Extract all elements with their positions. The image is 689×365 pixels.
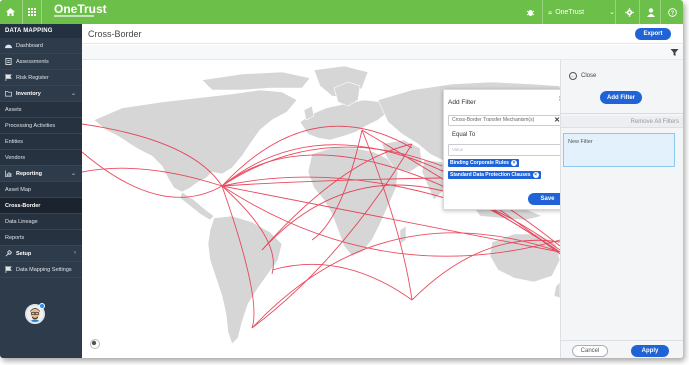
onetrust-logo[interactable]: OneTrust [54,3,107,15]
sidebar-item-risk-register[interactable]: Risk Register [0,70,82,86]
madagascar-shape [399,225,407,245]
svg-text:?: ? [671,10,674,16]
sidebar-item-asset-map[interactable]: Asset Map [0,182,82,198]
sidebar-item-label: Vendors [5,154,26,161]
sidebar-item-label: Processing Activities [5,122,56,129]
home-icon [6,8,15,16]
page-title: Cross-Border [88,29,142,39]
folder-icon [5,90,12,97]
sidebar-item-inventory[interactable]: Inventory ⌄ [0,86,82,102]
flow-line [271,263,413,301]
central-america-shape [179,191,215,221]
wrench-icon [5,250,12,257]
sidebar-item-label: Entities [5,138,24,145]
sidebar-item-reports[interactable]: Reports [0,230,82,246]
grid-icon [28,8,36,16]
user-menu-button[interactable] [641,0,661,24]
target-icon [91,340,97,346]
filter-value-input[interactable]: Value [448,144,565,156]
flag-icon [5,74,12,81]
map-reset-button[interactable] [90,339,100,349]
user-icon [646,7,655,17]
filter-icon[interactable] [670,48,679,57]
sidebar-item-assessments[interactable]: Assessments [0,54,82,70]
flag-icon [5,266,12,273]
new-filter-card[interactable]: New Filter [563,133,675,167]
filter-value-tag[interactable]: Standard Data Protection Clauses × [448,171,541,179]
chevron-right-icon: › [74,250,76,256]
sidebar-item-label: Dashboard [16,42,43,49]
chevron-down-icon: ⌄ [70,171,76,177]
remove-tag-icon[interactable]: × [532,172,539,178]
sidebar-title: DATA MAPPING [0,24,82,38]
sidebar-item-label: Cross-Border [5,202,41,209]
org-name: OneTrust [555,8,585,16]
sidebar-item-data-lineage[interactable]: Data Lineage [0,214,82,230]
app-window: OneTrust OneTrust ⌄ ? DATA MAPPING Dashb… [0,0,683,358]
help-button[interactable]: ? [662,0,683,24]
filter-panel: ← Close Add Filter Remove All Filters Ne… [560,60,683,358]
dashboard-icon [5,44,12,49]
filter-operator-label: Equal To [452,132,476,138]
home-button[interactable] [0,0,21,24]
canadian-islands-shape [201,71,311,91]
sidebar-item-setup[interactable]: Setup › [0,246,82,262]
help-icon: ? [668,7,677,17]
sidebar-item-label: Inventory [16,90,41,97]
sidebar-item-vendors[interactable]: Vendors [0,150,82,166]
tag-label: Standard Data Protection Clauses [450,172,531,178]
app-switcher-button[interactable] [22,0,42,24]
remove-all-filters-link[interactable]: Remove All Filters [631,119,679,125]
sidebar-item-label: Data Mapping Settings [16,266,72,273]
sidebar-item-label: Assessments [16,58,49,65]
assessments-icon [5,58,12,65]
settings-button[interactable] [620,0,640,24]
debug-button[interactable] [520,0,540,24]
gear-icon [625,7,634,17]
notification-dot [39,303,45,309]
sidebar-item-dashboard[interactable]: Dashboard [0,38,82,54]
bug-icon [526,9,534,16]
export-button[interactable]: Export [635,28,671,40]
sidebar-item-assets[interactable]: Assets [0,102,82,118]
sidebar-item-processing-activities[interactable]: Processing Activities [0,118,82,134]
sidebar-item-label: Reports [5,234,25,241]
sidebar-item-data-mapping-settings[interactable]: Data Mapping Settings [0,262,82,278]
logo-tagline [54,15,94,17]
add-filter-popup: Add Filter ✕ Cross-Border Transfer Mecha… [443,89,570,210]
back-arrow-icon: ← [569,72,577,80]
tag-label: Binding Corporate Rules [450,160,509,166]
south-america-shape [207,215,283,345]
chevron-down-icon: ⌄ [70,91,76,97]
org-switcher[interactable]: OneTrust ⌄ [542,0,616,24]
sidebar-item-label: Risk Register [16,74,49,81]
north-america-shape [93,89,298,193]
top-bar: OneTrust OneTrust ⌄ ? [0,0,683,24]
sidebar-item-label: Setup [16,250,32,257]
filter-field-select[interactable]: Cross-Border Transfer Mechanism(s) ✕ [448,115,565,126]
sidebar-item-label: Reporting [16,170,42,177]
chevron-down-icon: ⌄ [609,9,615,16]
sidebar-item-entities[interactable]: Entities [0,134,82,150]
sidebar-item-label: Data Lineage [5,218,38,225]
filter-value-tag[interactable]: Binding Corporate Rules × [448,159,519,167]
users-icon [548,10,553,14]
close-panel-button[interactable]: ← Close [569,72,596,80]
popup-title: Add Filter [448,99,476,106]
sidebar-item-reporting[interactable]: Reporting ⌄ [0,166,82,182]
page-header: Cross-Border Export [82,24,683,44]
apply-button[interactable]: Apply [631,345,669,357]
cancel-button[interactable]: Cancel [572,345,608,357]
add-filter-button[interactable]: Add Filter [600,91,642,104]
sidebar-item-label: Asset Map [5,186,31,193]
sidebar-item-label: Assets [5,106,22,113]
chart-icon [5,170,12,177]
filter-toolbar [82,45,683,60]
close-label: Close [581,73,597,79]
filter-field-value: Cross-Border Transfer Mechanism(s) [452,117,535,123]
sidebar-item-cross-border[interactable]: Cross-Border [0,198,82,214]
remove-tag-icon[interactable]: × [510,160,517,166]
divider [561,113,683,114]
europe-shape [299,99,389,141]
